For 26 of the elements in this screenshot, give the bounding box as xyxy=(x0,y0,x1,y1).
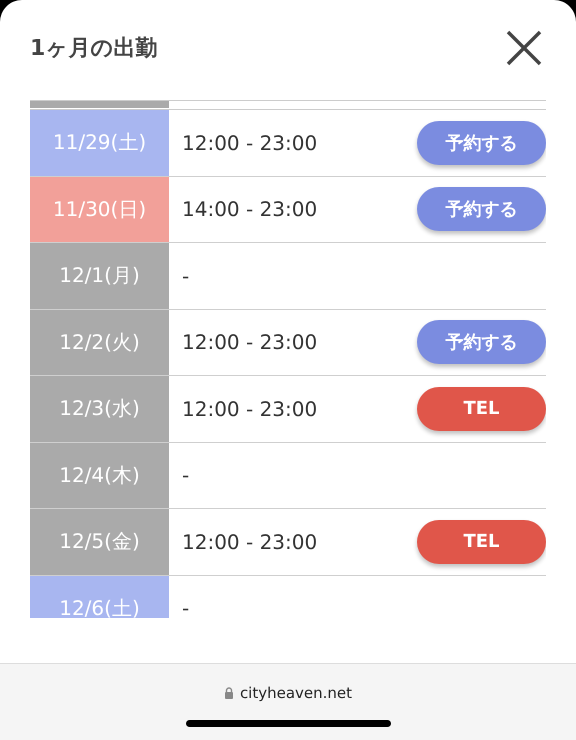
reserve-button[interactable]: 予約する xyxy=(417,320,546,364)
hours-text: - xyxy=(182,596,190,618)
modal-title: 1ヶ月の出勤 xyxy=(30,35,158,63)
close-icon xyxy=(506,30,542,66)
hours-text: - xyxy=(182,463,190,488)
lock-icon xyxy=(224,687,234,699)
date-cell: 12/6(土) xyxy=(30,576,169,618)
close-button[interactable] xyxy=(504,28,544,68)
tel-button[interactable]: TEL xyxy=(417,386,546,431)
tel-button[interactable]: TEL xyxy=(417,520,546,564)
hours-text: 12:00 - 23:00 xyxy=(182,530,318,554)
date-cell: 12/5(金) xyxy=(30,509,169,574)
hours-text: 12:00 - 23:00 xyxy=(182,396,318,421)
hours-text: - xyxy=(182,264,190,288)
date-cell: 12/4(木) xyxy=(30,442,169,508)
date-cell: 12/3(水) xyxy=(30,376,169,442)
hours-text: 14:00 - 23:00 xyxy=(182,197,318,222)
reserve-button[interactable]: 予約する xyxy=(417,187,546,232)
hours-text: 12:00 - 23:00 xyxy=(182,130,318,155)
date-cell: 11/29(土) xyxy=(30,110,169,176)
date-cell: 12/2(火) xyxy=(30,310,169,375)
reserve-button[interactable]: 予約する xyxy=(417,120,546,165)
url-text[interactable]: cityheaven.net xyxy=(240,684,352,702)
date-cell: 12/1(月) xyxy=(30,243,169,308)
hours-text: 12:00 - 23:00 xyxy=(182,330,318,354)
date-cell: 11/30(日) xyxy=(30,176,169,242)
